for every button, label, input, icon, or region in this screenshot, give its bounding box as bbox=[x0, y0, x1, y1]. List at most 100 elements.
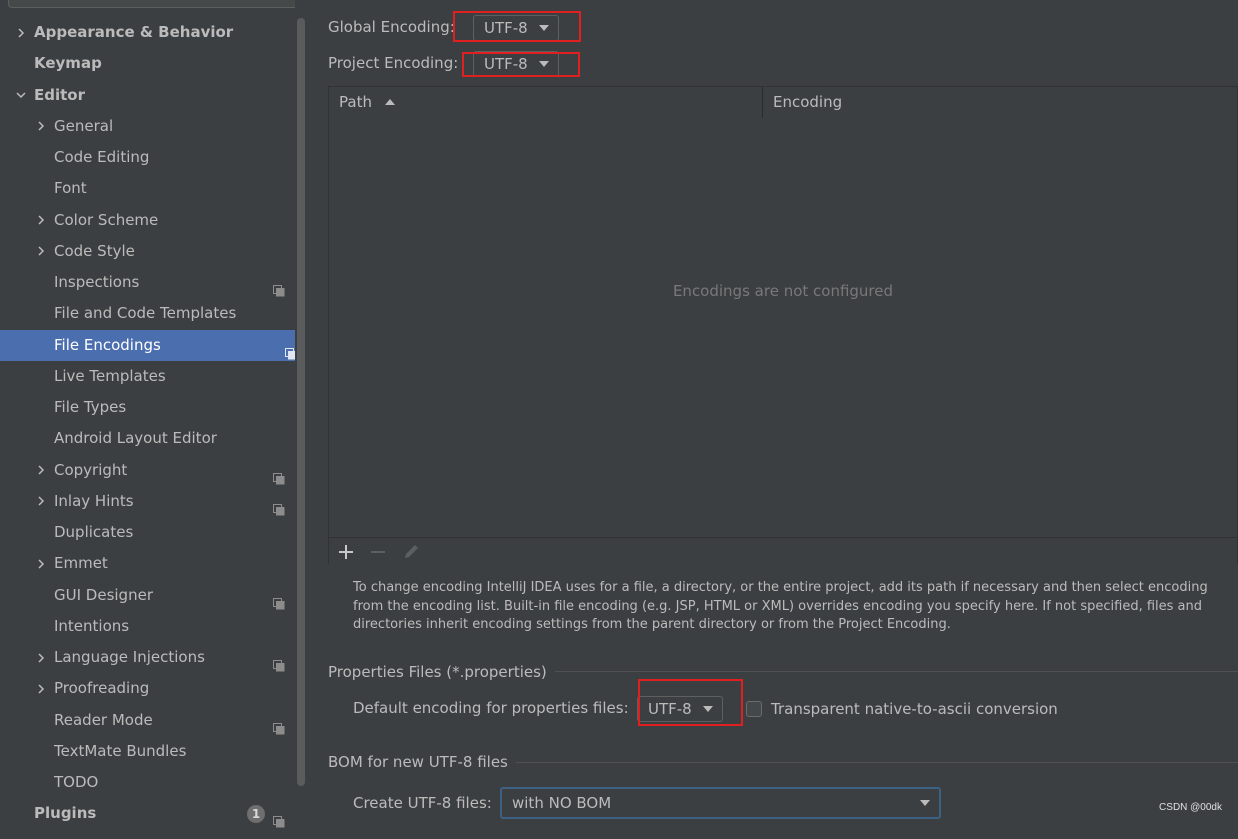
remove-button[interactable] bbox=[367, 541, 389, 563]
sidebar-item-file-encodings[interactable]: File Encodings bbox=[0, 329, 307, 361]
sidebar-item-font[interactable]: Font bbox=[0, 173, 295, 204]
sidebar-item-label: Code Style bbox=[54, 241, 135, 260]
empty-table-message: Encodings are not configured bbox=[672, 282, 894, 300]
chevron-right-icon[interactable] bbox=[34, 486, 48, 517]
settings-search-input[interactable] bbox=[8, 0, 298, 8]
native-to-ascii-label[interactable]: Transparent native-to-ascii conversion bbox=[771, 700, 1058, 718]
sidebar-item-todo[interactable]: TODO bbox=[0, 767, 295, 798]
add-icon bbox=[339, 545, 353, 559]
chevron-down-icon[interactable] bbox=[14, 80, 28, 111]
properties-section-title: Properties Files (*.properties) bbox=[328, 663, 555, 681]
sidebar-item-keymap[interactable]: Keymap bbox=[0, 48, 295, 79]
chevron-right-icon[interactable] bbox=[34, 455, 48, 486]
section-divider bbox=[511, 762, 1238, 763]
project-level-icon bbox=[273, 715, 285, 734]
column-header-encoding[interactable]: Encoding bbox=[773, 87, 842, 118]
sidebar-item-label: Font bbox=[54, 179, 87, 198]
chevron-right-icon[interactable] bbox=[34, 205, 48, 236]
settings-sidebar: Appearance & Behavior Keymap Editor General… bbox=[0, 0, 307, 828]
sidebar-item-proofreading[interactable]: Proofreading bbox=[0, 673, 295, 704]
sidebar-item-label: File and Code Templates bbox=[54, 304, 237, 323]
edit-icon bbox=[405, 545, 418, 558]
sidebar-item-inlay-hints[interactable]: Inlay Hints bbox=[0, 486, 295, 517]
sidebar-item-live-templates[interactable]: Live Templates bbox=[0, 361, 295, 392]
project-encoding-label: Project Encoding: bbox=[328, 54, 459, 72]
sidebar-item-label: General bbox=[54, 116, 114, 135]
sidebar-item-label: Code Editing bbox=[54, 148, 150, 166]
sidebar-item-label: Reader Mode bbox=[54, 710, 153, 729]
sidebar-item-intentions[interactable]: Intentions bbox=[0, 611, 295, 642]
sidebar-item-color-scheme[interactable]: Color Scheme bbox=[0, 205, 295, 236]
global-encoding-combo[interactable]: UTF-8 bbox=[473, 15, 559, 41]
sidebar-item-label: Color Scheme bbox=[54, 210, 159, 229]
sidebar-item-gui-designer[interactable]: GUI Designer bbox=[0, 580, 295, 611]
section-divider bbox=[543, 671, 1238, 672]
update-count-badge: 1 bbox=[247, 805, 265, 824]
project-level-icon bbox=[273, 496, 285, 516]
sidebar-item-general[interactable]: General bbox=[0, 111, 295, 142]
sidebar-item-label: TextMate Bundles bbox=[54, 741, 187, 760]
sidebar-item-label: Emmet bbox=[54, 554, 108, 573]
properties-encoding-value: UTF-8 bbox=[648, 700, 692, 718]
sidebar-item-copyright[interactable]: Copyright bbox=[0, 455, 295, 486]
sidebar-item-label: GUI Designer bbox=[54, 585, 153, 604]
sidebar-item-label: Inspections bbox=[54, 273, 140, 291]
chevron-right-icon[interactable] bbox=[34, 111, 48, 142]
chevron-right-icon[interactable] bbox=[34, 673, 48, 704]
sidebar-item-label: File Types bbox=[54, 398, 127, 416]
sidebar-item-label: Duplicates bbox=[54, 523, 134, 541]
project-level-icon bbox=[273, 277, 285, 297]
project-encoding-combo[interactable]: UTF-8 bbox=[473, 51, 559, 77]
column-separator[interactable] bbox=[762, 87, 763, 118]
sidebar-item-inspections[interactable]: Inspections bbox=[0, 267, 295, 298]
project-level-icon bbox=[273, 652, 285, 672]
bom-combo[interactable]: with NO BOM bbox=[500, 787, 941, 819]
table-toolbar bbox=[329, 537, 1237, 565]
sidebar-item-label: Copyright bbox=[54, 460, 128, 479]
sidebar-item-file-types[interactable]: File Types bbox=[0, 392, 295, 423]
sidebar-item-code-editing[interactable]: Code Editing bbox=[0, 142, 295, 173]
project-level-icon bbox=[273, 808, 285, 828]
create-utf8-label: Create UTF-8 files: bbox=[353, 794, 492, 812]
sort-ascending-icon bbox=[384, 99, 395, 105]
dropdown-arrow-icon bbox=[539, 25, 549, 31]
sidebar-item-label: TODO bbox=[54, 773, 99, 791]
project-level-icon bbox=[273, 590, 285, 609]
sidebar-item-reader-mode[interactable]: Reader Mode bbox=[0, 705, 295, 736]
add-button[interactable] bbox=[335, 541, 357, 563]
edit-button[interactable] bbox=[400, 541, 422, 563]
properties-encoding-combo[interactable]: UTF-8 bbox=[637, 696, 723, 722]
table-body[interactable]: Encodings are not configured bbox=[329, 118, 1237, 536]
help-text: To change encoding IntelliJ IDEA uses fo… bbox=[353, 580, 1208, 632]
table-header: Path Encoding bbox=[329, 87, 1237, 119]
chevron-right-icon[interactable] bbox=[34, 548, 48, 579]
native-to-ascii-checkbox[interactable] bbox=[746, 701, 762, 717]
chevron-right-icon[interactable] bbox=[34, 642, 48, 673]
sidebar-item-file-and-code-templates[interactable]: File and Code Templates bbox=[0, 298, 295, 329]
properties-default-encoding-label: Default encoding for properties files: bbox=[353, 699, 629, 717]
column-header-path[interactable]: Path bbox=[339, 87, 395, 118]
dropdown-arrow-icon bbox=[703, 706, 713, 712]
global-encoding-label: Global Encoding: bbox=[328, 18, 455, 36]
sidebar-item-android-layout-editor[interactable]: Android Layout Editor bbox=[0, 423, 295, 454]
bom-combo-value: with NO BOM bbox=[512, 794, 612, 812]
sidebar-item-plugins[interactable]: Plugins 1 bbox=[0, 798, 295, 829]
project-level-icon bbox=[273, 465, 285, 484]
sidebar-item-language-injections[interactable]: Language Injections bbox=[0, 642, 295, 673]
sidebar-item-appearance-behavior[interactable]: Appearance & Behavior bbox=[0, 17, 295, 48]
sidebar-scrollbar-thumb[interactable] bbox=[297, 18, 305, 786]
sidebar-item-textmate-bundles[interactable]: TextMate Bundles bbox=[0, 736, 295, 767]
sidebar-item-emmet[interactable]: Emmet bbox=[0, 548, 295, 579]
chevron-right-icon[interactable] bbox=[34, 236, 48, 267]
sidebar-item-editor[interactable]: Editor bbox=[0, 80, 295, 111]
sidebar-item-duplicates[interactable]: Duplicates bbox=[0, 517, 295, 548]
sidebar-item-label: Inlay Hints bbox=[54, 491, 134, 510]
watermark: CSDN @00dk bbox=[1159, 802, 1222, 813]
sidebar-item-label: Live Templates bbox=[54, 366, 166, 385]
dropdown-arrow-icon bbox=[539, 61, 549, 67]
sidebar-item-label: Proofreading bbox=[54, 679, 150, 698]
remove-icon bbox=[371, 551, 385, 553]
sidebar-item-code-style[interactable]: Code Style bbox=[0, 236, 295, 267]
chevron-right-icon[interactable] bbox=[14, 17, 28, 48]
dropdown-arrow-icon bbox=[920, 800, 930, 806]
